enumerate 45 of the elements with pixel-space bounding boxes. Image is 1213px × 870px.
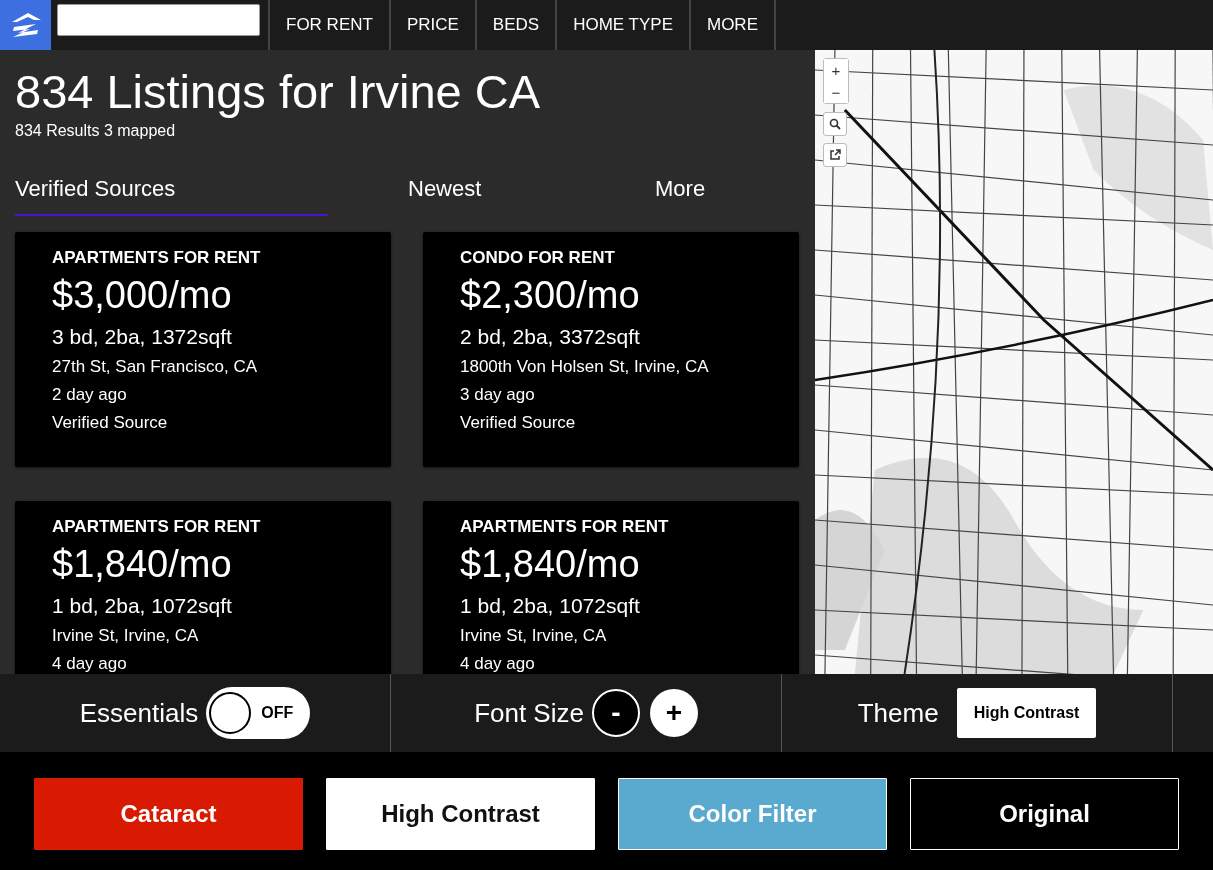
listing-type: APARTMENTS FOR RENT [52, 517, 262, 537]
listing-price: $1,840/mo [460, 543, 641, 586]
listing-age: 3 day ago [460, 385, 536, 405]
listing-source: Verified Source [460, 413, 577, 433]
listing-price: $1,840/mo [52, 543, 233, 586]
external-link-icon[interactable] [823, 143, 847, 167]
listing-address: 1800th Von Holsen St, Irvine, CA [460, 357, 710, 377]
listing-age: 4 day ago [460, 654, 536, 674]
listing-type: CONDO FOR RENT [460, 248, 616, 268]
page-title: 834 Listings for Irvine CA [15, 64, 542, 120]
listing-address: 27th St, San Francisco, CA [52, 357, 259, 377]
listing-details: 1 bd, 2ba, 1072sqft [460, 594, 641, 618]
filter-button[interactable]: Cataract [34, 778, 303, 850]
results-count: 834 Results 3 mapped [15, 122, 177, 140]
listing-source: Verified Source [52, 413, 169, 433]
sort-tab[interactable]: Verified Sources [15, 176, 328, 216]
listing-age: 2 day ago [52, 385, 128, 405]
listing-card[interactable]: APARTMENTS FOR RENT $1,840/mo 1 bd, 2ba, 1072sqft Irvine St, Irvine, CA 4 day ago [423, 501, 799, 674]
search-icon[interactable] [823, 112, 847, 136]
essentials-toggle[interactable]: OFF [206, 687, 311, 739]
search-field[interactable] [57, 4, 260, 36]
sort-tab[interactable]: More [655, 176, 706, 216]
listing-details: 1 bd, 2ba, 1072sqft [52, 594, 233, 618]
listing-address: Irvine St, Irvine, CA [52, 626, 200, 646]
increase-font-button[interactable]: + [649, 689, 698, 737]
theme-button[interactable]: High Contrast [956, 688, 1097, 738]
filter-button[interactable]: High Contrast [326, 778, 595, 850]
theme-label: Theme [857, 697, 939, 729]
listing-card[interactable]: APARTMENTS FOR RENT $3,000/mo 3 bd, 2ba, 1372sqft 27th St, San Francisco, CA 2 day ago Verified Source [15, 232, 391, 467]
listing-price: $3,000/mo [52, 274, 233, 317]
listing-type: APARTMENTS FOR RENT [52, 248, 262, 268]
listing-card[interactable]: CONDO FOR RENT $2,300/mo 2 bd, 2ba, 3372sqft 1800th Von Holsen St, Irvine, CA 3 day ago Verified Source [423, 232, 799, 467]
logo-icon[interactable] [0, 0, 51, 50]
listing-card[interactable]: APARTMENTS FOR RENT $1,840/mo 1 bd, 2ba, 1072sqft Irvine St, Irvine, CA 4 day ago [15, 501, 391, 674]
listing-type: APARTMENTS FOR RENT [460, 517, 670, 537]
font-size-label: Font Size [474, 697, 584, 729]
sort-tab[interactable]: Newest [408, 176, 655, 216]
listing-details: 3 bd, 2ba, 1372sqft [52, 325, 233, 349]
listing-age: 4 day ago [52, 654, 128, 674]
listing-price: $2,300/mo [460, 274, 641, 317]
filter-button[interactable]: Original [910, 778, 1179, 850]
listing-details: 2 bd, 2ba, 3372sqft [460, 325, 641, 349]
listing-address: Irvine St, Irvine, CA [460, 626, 608, 646]
essentials-label: Essentials [79, 697, 199, 729]
decrease-font-button[interactable]: - [591, 689, 640, 737]
